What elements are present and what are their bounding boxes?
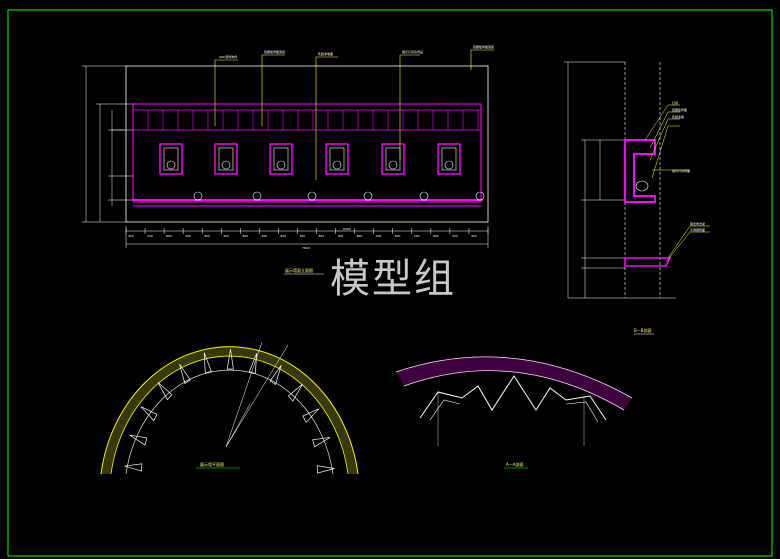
drawing-border <box>7 9 773 557</box>
arc-niche <box>179 363 191 385</box>
arc-niche <box>140 406 158 422</box>
dim-label: 800 <box>433 234 439 238</box>
dim-label: 800 <box>395 234 401 238</box>
dim-label: 300 <box>299 234 305 238</box>
dim-label: 800 <box>204 234 210 238</box>
dim-label: 300 <box>452 234 458 238</box>
left-dimensions <box>82 65 133 223</box>
vase-ornament <box>475 191 485 201</box>
vase-ornament <box>307 191 317 201</box>
dim-label: 300 <box>147 234 153 238</box>
callout-2: 铝塑板饰面造型 <box>264 49 285 54</box>
section-callout-4: 展示灯具饰面 <box>672 168 690 173</box>
bottom-dimension-ticks: 450 300 800 300 800 300 800 300 800 300 800 300 800 3… <box>125 228 489 238</box>
display-window <box>325 143 349 175</box>
section-title-right: B—B剖面 <box>634 327 652 333</box>
display-window <box>381 143 405 175</box>
dim-label: 450 <box>128 234 134 238</box>
section-callout-3: 乳胶漆面 <box>672 114 684 119</box>
display-window <box>214 143 238 175</box>
elevation-panel <box>132 103 482 203</box>
arc-niche <box>312 437 331 448</box>
arc-display-niches <box>124 348 335 474</box>
dim-label: 800 <box>357 234 363 238</box>
section-view-right: 灯具 铝塑板饰面 乳胶漆面 展示灯具饰面 钢龙骨支架 不锈钢饰面 B—B剖面 <box>564 61 710 335</box>
vase-ornament <box>363 191 373 201</box>
vase-ornament <box>419 191 429 201</box>
cad-drawing-canvas: GRC装饰构件 铝塑板饰面造型 乳胶漆墙面 展示灯具及饰品 铝塑板饰面造型 45… <box>7 9 773 557</box>
dim-total: 7800 <box>302 246 310 250</box>
section-title-arc: A—A剖面 <box>506 461 523 467</box>
callout-4: 展示灯具及饰品 <box>402 49 423 54</box>
dim-label: 300 <box>414 234 420 238</box>
section-view-arc: A—A剖面 <box>395 356 633 469</box>
vase-ornament <box>252 191 262 201</box>
section-callout-1: 灯具 <box>672 100 678 105</box>
elevation-slats <box>147 110 479 130</box>
dim-label: 300 <box>261 234 267 238</box>
vase-ornament <box>193 191 203 201</box>
display-window <box>159 143 183 175</box>
callout-3: 乳胶漆墙面 <box>318 51 333 56</box>
elevation-title: 展示墙面立面图 <box>285 267 313 273</box>
arc-niche <box>157 382 173 401</box>
callout-1: GRC装饰构件 <box>219 54 237 59</box>
dim-label: 300 <box>223 234 229 238</box>
plan-title-left: 展示墙平面图 <box>200 461 224 467</box>
dim-label: 300 <box>376 234 382 238</box>
dim-label: 800 <box>166 234 172 238</box>
section-callout-6: 不锈钢饰面 <box>690 227 705 232</box>
dim-label: 300 <box>185 234 191 238</box>
arc-niche <box>129 434 148 446</box>
dim-label: 450 <box>471 234 477 238</box>
dim-overall: 8400 <box>343 227 351 231</box>
elevation-view: GRC装饰构件 铝塑板饰面造型 乳胶漆墙面 展示灯具及饰品 铝塑板饰面造型 45… <box>82 44 494 275</box>
callout-5: 铝塑板饰面造型 <box>473 44 494 49</box>
arc-niche <box>269 365 282 386</box>
elevation-callouts <box>214 49 494 180</box>
arc-niche <box>287 383 303 402</box>
dim-label: 800 <box>319 234 325 238</box>
dim-label: 800 <box>242 234 248 238</box>
dim-label: 800 <box>280 234 286 238</box>
plan-view-arc: 展示墙平面图 <box>100 341 359 475</box>
dim-label: 300 <box>338 234 344 238</box>
display-window <box>437 143 461 175</box>
display-windows <box>159 143 485 201</box>
display-window <box>269 143 293 175</box>
section-callout-5: 钢龙骨支架 <box>690 221 705 226</box>
section-callout-2: 铝塑板饰面 <box>672 107 687 112</box>
